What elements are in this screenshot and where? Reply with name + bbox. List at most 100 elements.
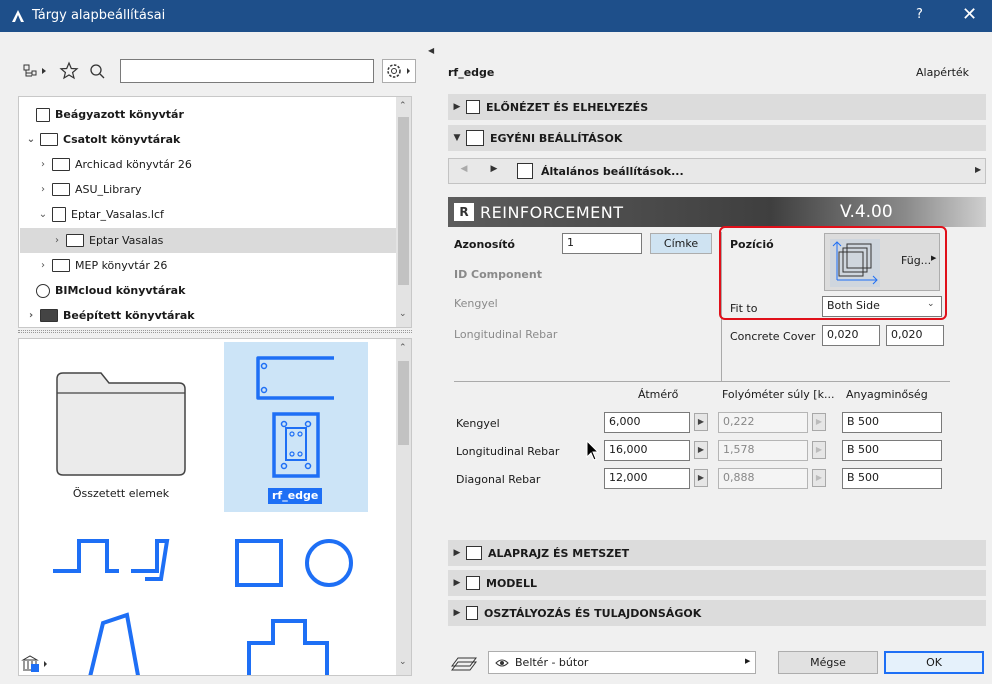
position-label: Pozíció (730, 238, 774, 251)
caret-right-icon: ▶ (745, 657, 751, 665)
scrollbar-thumb[interactable] (398, 117, 409, 285)
next-page-icon[interactable]: ▶ (485, 164, 503, 180)
tree-item-archicad-library[interactable]: › Archicad könyvtár 26 (36, 152, 412, 177)
col-header-weight: Folyóméter súly [k... (722, 388, 835, 401)
scroll-up-icon[interactable]: ⌃ (399, 101, 407, 111)
tree-item-label: Archicad könyvtár 26 (75, 158, 192, 171)
tree-item-eptar-vasalas[interactable]: › Eptar Vasalas (20, 228, 396, 253)
tree-item-linked-libraries[interactable]: ⌄ Csatolt könyvtárak (24, 127, 400, 152)
classification-icon (466, 606, 478, 620)
cancel-button[interactable]: Mégse (778, 651, 878, 674)
tree-item-label: Eptar Vasalas (89, 234, 164, 247)
tree-item-mep-library[interactable]: › MEP könyvtár 26 (36, 253, 412, 278)
section-classification[interactable]: ▶ OSZTÁLYOZÁS ÉS TULAJDONSÁGOK (448, 600, 986, 626)
folder-icon (52, 183, 70, 196)
section-title: EGYÉNI BEÁLLÍTÁSOK (490, 131, 623, 145)
help-button[interactable]: ? (916, 7, 923, 22)
material-input[interactable]: B 500 (842, 440, 942, 461)
library-settings-button[interactable] (382, 59, 416, 83)
tree-item-builtin-libraries[interactable]: › Beépített könyvtárak (24, 303, 400, 328)
grid-item-composite[interactable]: Összetett elemek (23, 339, 219, 511)
chevron-right-icon[interactable]: › (24, 310, 38, 321)
rebar-shapes-icon (235, 539, 353, 675)
triangle-down-icon: ▼ (453, 133, 461, 143)
scroll-down-icon[interactable]: ⌄ (399, 309, 407, 319)
section-title: OSZTÁLYOZÁS ÉS TULAJDONSÁGOK (484, 606, 702, 620)
custom-settings-icon (466, 130, 484, 146)
library-icon (36, 107, 50, 122)
scroll-down-icon[interactable]: ⌄ (399, 657, 407, 667)
diameter-menu-icon[interactable]: ▶ (694, 469, 708, 487)
search-icon (90, 64, 105, 79)
ok-button[interactable]: OK (884, 651, 984, 674)
triangle-right-icon: ▶ (453, 102, 461, 112)
diameter-input[interactable]: 12,000 (604, 468, 690, 489)
grid-scrollbar[interactable]: ⌃ ⌄ (396, 339, 411, 675)
triangle-right-icon: ▶ (453, 608, 461, 618)
tree-scrollbar[interactable]: ⌃ ⌄ (396, 97, 411, 327)
pane-divider[interactable] (18, 330, 412, 333)
fit-to-select[interactable]: Both Side ⌄ (822, 296, 942, 317)
section-preview[interactable]: ▶ ELŐNÉZET ÉS ELHELYEZÉS (448, 94, 986, 120)
folder-icon (66, 234, 84, 247)
concrete-cover-input-2[interactable]: 0,020 (886, 325, 944, 346)
tree-item-label: Csatolt könyvtárak (63, 133, 181, 146)
chevron-right-icon[interactable]: › (36, 184, 50, 195)
tree-item-embedded-library[interactable]: Beágyazott könyvtár (34, 102, 410, 127)
chevron-down-icon[interactable]: ⌄ (24, 134, 38, 145)
prev-page-icon[interactable]: ◀ (455, 164, 473, 180)
star-icon (59, 61, 79, 80)
chevron-down-icon: ⌄ (927, 299, 935, 309)
close-button[interactable]: ✕ (962, 4, 977, 25)
scrollbar-thumb[interactable] (398, 361, 409, 445)
library-search-input[interactable] (120, 59, 374, 83)
library-folder-icon (40, 133, 58, 146)
tree-item-asu-library[interactable]: › ASU_Library (36, 177, 412, 202)
search-button[interactable] (86, 60, 108, 82)
position-button[interactable]: Füg... ▶ (824, 233, 940, 291)
rebar-edge-icon (256, 356, 334, 478)
tree-item-eptar-lcf[interactable]: ⌄ Eptar_Vasalas.lcf (36, 202, 412, 227)
layer-select[interactable]: Beltér - bútor ▶ (488, 651, 756, 674)
concrete-cover-label: Concrete Cover (730, 330, 816, 343)
row-label: Diagonal Rebar (456, 473, 541, 486)
kengyel-label: Kengyel (454, 297, 498, 310)
library-filter-button[interactable] (20, 60, 54, 82)
grid-item-rf-edge[interactable] (224, 342, 368, 512)
page-selector[interactable]: Általános beállítások... (541, 165, 684, 178)
tree-item-label: Beágyazott könyvtár (55, 108, 184, 121)
material-input[interactable]: B 500 (842, 412, 942, 433)
fit-to-label: Fit to (730, 302, 758, 315)
diameter-input[interactable]: 16,000 (604, 440, 690, 461)
title-bar: Tárgy alapbeállításai ? ✕ (0, 0, 992, 32)
id-component-label: ID Component (454, 268, 542, 281)
chevron-right-icon[interactable]: › (50, 235, 64, 246)
tree-view-icon (23, 64, 46, 77)
folder-icon (52, 259, 70, 272)
page-nav-bar: ◀ ▶ Általános beállítások... ▶ (448, 158, 986, 184)
chevron-down-icon[interactable]: ⌄ (36, 209, 50, 220)
material-input[interactable]: B 500 (842, 468, 942, 489)
concrete-cover-input-1[interactable]: 0,020 (822, 325, 880, 346)
favorites-button[interactable] (58, 60, 80, 82)
settings-panel: rf_edge Alapérték ▶ ELŐNÉZET ÉS ELHELYEZ… (440, 32, 992, 684)
id-input[interactable]: 1 (562, 233, 642, 254)
scroll-up-icon[interactable]: ⌃ (399, 343, 407, 353)
library-manager-button[interactable] (20, 653, 54, 675)
section-model[interactable]: ▶ MODELL (448, 570, 986, 596)
chevron-right-icon[interactable]: › (36, 159, 50, 170)
label-button[interactable]: Címke (650, 233, 712, 254)
section-floorplan[interactable]: ▶ ALAPRAJZ ÉS METSZET (448, 540, 986, 566)
section-custom-settings[interactable]: ▼ EGYÉNI BEÁLLÍTÁSOK (448, 125, 986, 151)
chevron-right-icon[interactable]: › (36, 260, 50, 271)
tree-item-bimcloud[interactable]: BIMcloud könyvtárak (34, 278, 410, 303)
banner-version: V.4.00 (840, 202, 893, 222)
page-dropdown-icon[interactable]: ▶ (975, 165, 981, 174)
longitudinal-rebar-label: Longitudinal Rebar (454, 328, 558, 341)
diameter-menu-icon[interactable]: ▶ (694, 441, 708, 459)
diameter-menu-icon[interactable]: ▶ (694, 413, 708, 431)
eye-icon (495, 659, 509, 667)
diameter-input[interactable]: 6,000 (604, 412, 690, 433)
panel-splitter[interactable]: ◀ (428, 32, 440, 684)
collapse-left-icon[interactable]: ◀ (428, 46, 434, 55)
